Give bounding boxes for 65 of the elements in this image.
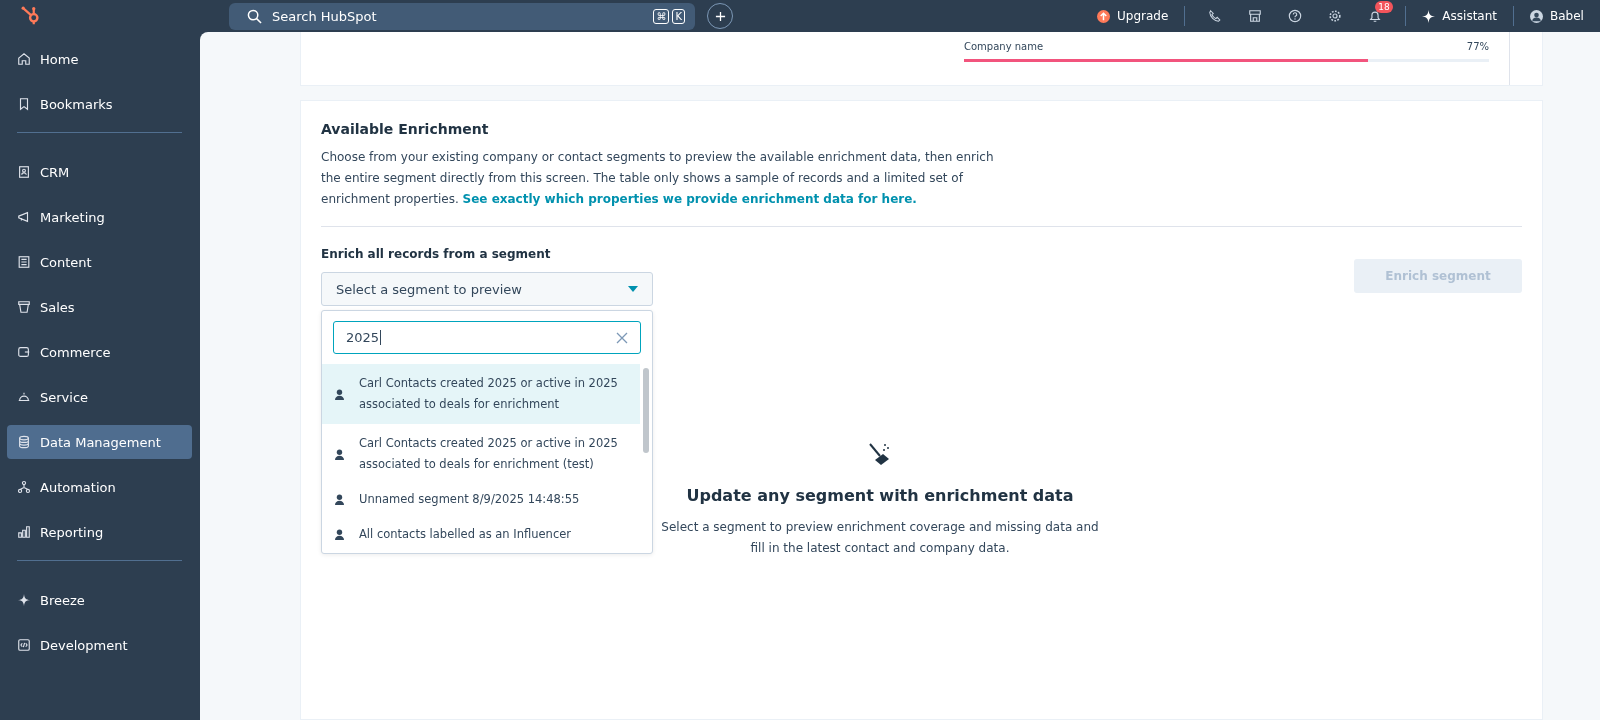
scrollbar[interactable]: [643, 368, 649, 453]
sidebar-item[interactable]: Automation: [7, 470, 192, 504]
bar-chart-icon: [17, 525, 31, 539]
upgrade-arrow-icon: [1097, 9, 1110, 23]
plus-icon: [714, 10, 726, 22]
segment-field-label: Enrich all records from a segment: [321, 247, 552, 261]
section-title: Available Enrichment: [321, 121, 490, 137]
storefront-icon[interactable]: [1248, 9, 1263, 23]
workflow-icon: [17, 480, 31, 494]
contact-card-icon: [17, 165, 31, 179]
basket-icon: [17, 300, 31, 314]
shortcut-key: ⌘: [653, 8, 670, 24]
bookmark-icon: [17, 97, 31, 111]
search-icon: [247, 8, 262, 24]
sidebar-item[interactable]: Service: [7, 380, 192, 414]
sidebar-item[interactable]: CRM: [7, 155, 192, 189]
account-menu[interactable]: Babel: [1530, 9, 1600, 23]
sparkle-icon: [1422, 9, 1436, 23]
section-description: Choose from your existing company or contact segments to preview the available enrichment data, then enrich the entire segment directly from this screen. The table only shows a sample of records and a limited set of enrichment properties. See exactly which properties we provide enrichment data for here.: [321, 149, 995, 208]
sidebar-item[interactable]: Home: [7, 42, 192, 76]
sidebar-item[interactable]: Breeze: [7, 583, 192, 617]
segment-option[interactable]: Unnamed segment 8/9/2025 14:48:55: [322, 484, 640, 515]
sidebar-item[interactable]: Sales: [7, 290, 192, 324]
home-icon: [17, 52, 31, 66]
person-icon: [335, 494, 344, 505]
sidebar-item[interactable]: Marketing: [7, 200, 192, 234]
person-icon: [335, 529, 344, 540]
search-field[interactable]: Search HubSpot ⌘ K: [229, 2, 695, 30]
phone-icon[interactable]: [1208, 9, 1223, 23]
segment-dropdown[interactable]: Select a segment to preview: [321, 272, 653, 306]
segment-option[interactable]: Carl Contacts created 2025 or active in 2025 associated to deals for enrichment: [322, 364, 640, 424]
sidebar-item[interactable]: Content: [7, 245, 192, 279]
service-bell-icon: [17, 390, 31, 404]
sidebar-item[interactable]: Bookmarks: [7, 87, 192, 121]
code-icon: [17, 638, 31, 652]
person-icon: [335, 388, 344, 400]
segment-option[interactable]: Carl Contacts created 2025 or active in 2025 associated to deals for enrichment (test): [322, 424, 640, 484]
shortcut-key: K: [672, 8, 685, 24]
settings-icon[interactable]: [1328, 9, 1343, 23]
database-icon: [17, 435, 31, 449]
clear-icon[interactable]: [616, 331, 628, 344]
sidebar-item[interactable]: Development: [7, 628, 192, 662]
sidebar-item[interactable]: Reporting: [7, 515, 192, 549]
sparkle-icon: [17, 593, 31, 607]
upgrade-button[interactable]: Upgrade: [1097, 9, 1169, 23]
coverage-label: Company name: [964, 41, 1044, 52]
sidebar-item[interactable]: Commerce: [7, 335, 192, 369]
wallet-icon: [17, 345, 31, 359]
assistant-button[interactable]: Assistant: [1422, 9, 1497, 23]
sidebar-item[interactable]: Data Management: [7, 425, 192, 459]
properties-link[interactable]: See exactly which properties we provide enrichment data for here.: [462, 192, 917, 206]
caret-icon: [628, 286, 638, 292]
empty-state-description: Select a segment to preview enrichment coverage and missing data and fill in the latest contact and company data.: [660, 519, 1100, 557]
sprocket-logo-icon[interactable]: [20, 5, 42, 27]
document-icon: [17, 255, 31, 269]
person-icon: [335, 448, 344, 460]
avatar-icon: [1530, 9, 1543, 23]
empty-state-title: Update any segment with enrichment data: [686, 486, 1074, 505]
help-icon[interactable]: [1288, 9, 1303, 23]
megaphone-icon: [17, 210, 31, 224]
segment-option[interactable]: All contacts labelled as an Influencer: [322, 515, 640, 553]
coverage-percentage: 77%: [1466, 41, 1489, 52]
notification-count: 18: [1375, 1, 1393, 13]
notifications-bell-icon[interactable]: [1368, 9, 1383, 23]
segment-search-field[interactable]: 2025: [333, 321, 641, 354]
